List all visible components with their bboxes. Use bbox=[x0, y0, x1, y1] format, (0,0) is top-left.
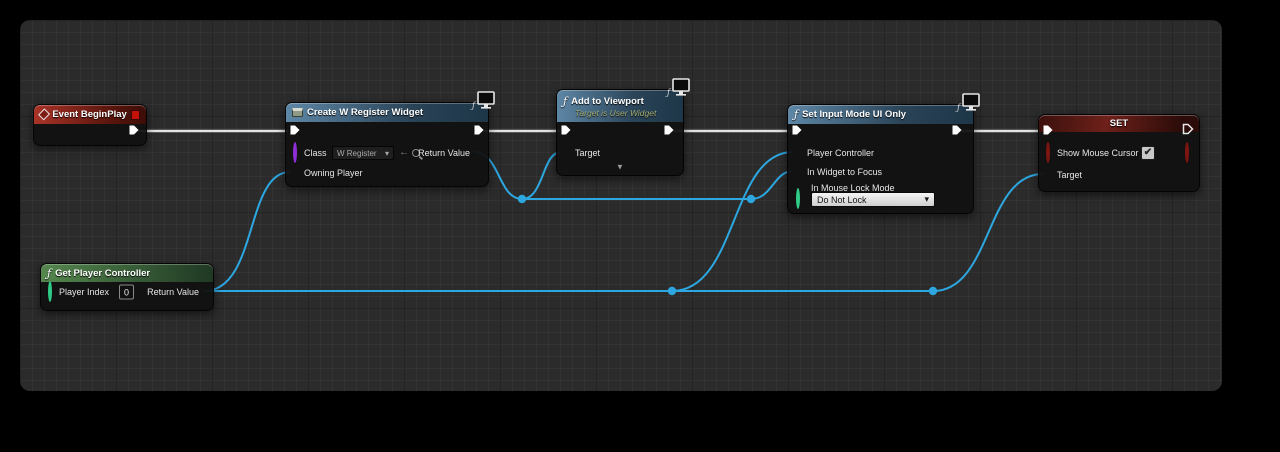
node-header[interactable]: ƒ Get Player Controller bbox=[41, 264, 213, 282]
class-pin-label: Class bbox=[304, 148, 327, 158]
exec-out-pin[interactable] bbox=[663, 123, 675, 141]
exec-out-pin[interactable] bbox=[1182, 122, 1194, 140]
class-select-value: W Register bbox=[337, 149, 377, 158]
target-label: Target bbox=[575, 148, 600, 158]
function-icon: ƒ bbox=[794, 109, 798, 120]
player-index-label: Player Index bbox=[59, 287, 109, 297]
target-label: Target bbox=[1057, 170, 1082, 180]
show-mouse-cursor-label: Show Mouse Cursor bbox=[1057, 148, 1139, 158]
client-monitor-icon: ƒ bbox=[957, 93, 981, 112]
node-title: Event BeginPlay bbox=[52, 109, 126, 120]
node-header[interactable]: Event BeginPlay bbox=[34, 105, 146, 124]
class-pin[interactable] bbox=[293, 144, 297, 162]
event-marker-icon bbox=[131, 110, 140, 120]
in-mouse-lock-mode-pin[interactable] bbox=[796, 190, 800, 208]
in-widget-to-focus-label: In Widget to Focus bbox=[807, 167, 882, 177]
owning-player-label: Owning Player bbox=[304, 168, 363, 178]
function-icon: ƒ bbox=[563, 96, 567, 107]
node-subtitle: Target is User Widget bbox=[563, 108, 677, 118]
client-monitor-icon: ƒ bbox=[667, 78, 691, 97]
node-set-show-mouse-cursor[interactable]: SET Show Mouse Cursor ✔ Target bbox=[1038, 114, 1200, 192]
node-header[interactable]: SET bbox=[1039, 115, 1199, 132]
return-value-label: Return Value bbox=[418, 148, 470, 158]
class-select[interactable]: W Register ▾ bbox=[332, 146, 394, 160]
exec-out-pin[interactable] bbox=[951, 123, 963, 141]
node-title: Add to Viewport bbox=[571, 96, 644, 107]
exec-out-pin[interactable] bbox=[128, 123, 140, 141]
event-diamond-icon bbox=[38, 108, 50, 120]
widget-icon bbox=[292, 108, 303, 117]
exec-out-pin[interactable] bbox=[473, 123, 485, 141]
blueprint-editor: Event BeginPlay Create W Register Widget… bbox=[0, 0, 1280, 452]
exec-in-pin[interactable] bbox=[1042, 123, 1054, 141]
class-tools[interactable]: ← bbox=[399, 148, 420, 158]
expand-chevron-icon[interactable]: ▼ bbox=[616, 163, 624, 172]
show-mouse-cursor-out-pin[interactable] bbox=[1185, 144, 1189, 162]
node-add-to-viewport[interactable]: ƒ Add to Viewport Target is User Widget … bbox=[556, 89, 684, 176]
mouse-lock-mode-select[interactable]: Do Not Lock ▾ bbox=[811, 192, 935, 207]
mouse-lock-mode-value: Do Not Lock bbox=[817, 195, 867, 205]
node-title: SET bbox=[1110, 118, 1128, 129]
player-controller-label: Player Controller bbox=[807, 148, 874, 158]
player-index-pin[interactable] bbox=[48, 283, 52, 301]
chevron-down-icon: ▾ bbox=[385, 149, 389, 158]
node-event-beginplay[interactable]: Event BeginPlay bbox=[33, 104, 147, 146]
function-icon: ƒ bbox=[47, 268, 51, 279]
node-title: Get Player Controller bbox=[55, 268, 150, 279]
chevron-down-icon: ▾ bbox=[924, 194, 929, 205]
exec-in-pin[interactable] bbox=[560, 123, 572, 141]
exec-in-pin[interactable] bbox=[791, 123, 803, 141]
exec-in-pin[interactable] bbox=[289, 123, 301, 141]
node-header[interactable]: Create W Register Widget bbox=[286, 103, 488, 122]
show-mouse-cursor-in-pin[interactable] bbox=[1046, 144, 1050, 162]
node-header[interactable]: ƒ Add to Viewport Target is User Widget bbox=[557, 90, 683, 122]
node-title: Set Input Mode UI Only bbox=[802, 109, 906, 120]
node-set-input-mode[interactable]: ƒ Set Input Mode UI Only ƒ Player Contro… bbox=[787, 104, 974, 214]
player-index-input[interactable]: 0 bbox=[119, 285, 134, 300]
show-mouse-cursor-checkbox[interactable]: ✔ bbox=[1141, 146, 1155, 160]
node-get-player-controller[interactable]: ƒ Get Player Controller Player Index 0 R… bbox=[40, 263, 214, 311]
return-value-label: Return Value bbox=[147, 287, 199, 297]
client-monitor-icon: ƒ bbox=[472, 91, 496, 110]
use-asset-icon[interactable]: ← bbox=[399, 148, 409, 158]
node-title: Create W Register Widget bbox=[307, 107, 423, 118]
node-create-widget[interactable]: Create W Register Widget ƒ Class W Regis… bbox=[285, 102, 489, 187]
graph-canvas[interactable] bbox=[20, 20, 1222, 391]
node-header[interactable]: ƒ Set Input Mode UI Only bbox=[788, 105, 973, 124]
